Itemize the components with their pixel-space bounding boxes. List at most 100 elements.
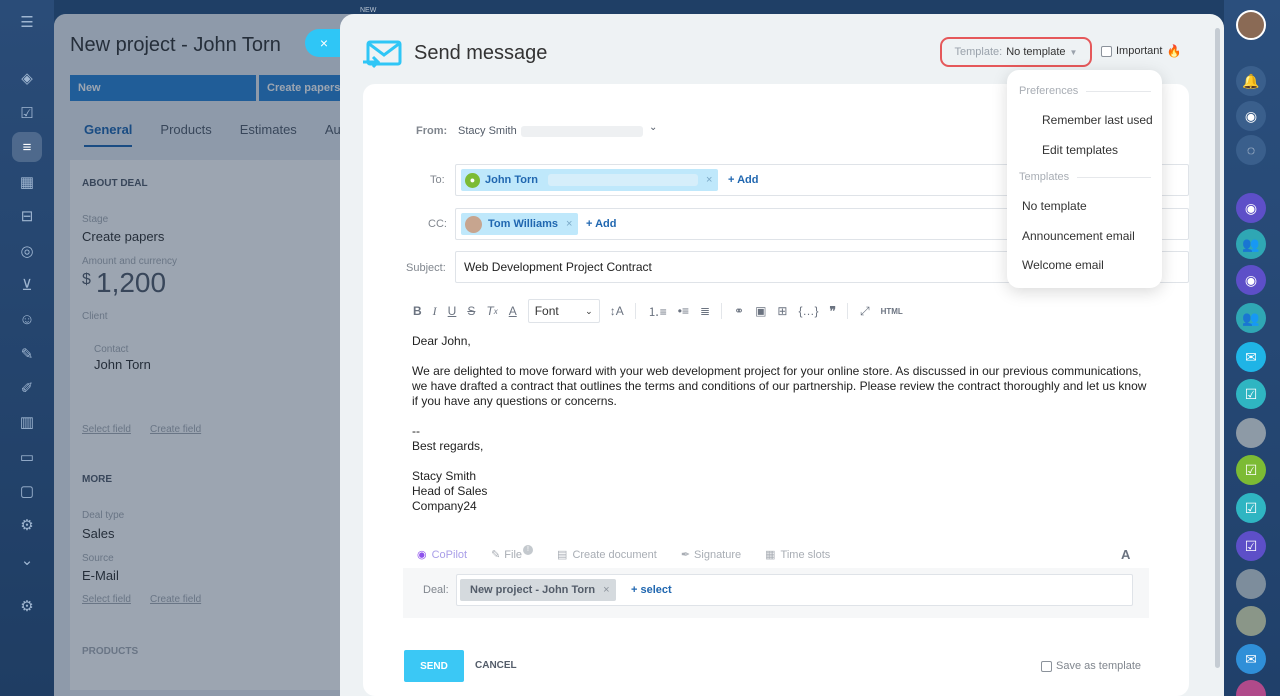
quote-icon[interactable]: ❞ xyxy=(830,304,836,318)
bell-icon[interactable]: 🔔 xyxy=(1236,66,1266,96)
editor-toolbar: B I U S Tx A Font ⌄ ↕A ⒈≡ •≡ ≣ ⚭ ▣ ⊞ {…}… xyxy=(413,299,1113,323)
puzzle-icon[interactable]: ◈ xyxy=(17,68,37,88)
code-icon[interactable]: {…} xyxy=(798,304,818,318)
image-icon[interactable]: ▣ xyxy=(755,304,766,318)
target-icon[interactable]: ◎ xyxy=(17,241,37,261)
save-as-template[interactable]: Save as template xyxy=(1041,660,1141,672)
from-value[interactable]: Stacy Smith xyxy=(458,125,517,137)
add-recipient-link[interactable]: + Add xyxy=(728,174,758,186)
fullscreen-icon[interactable]: ⤢ xyxy=(860,304,870,319)
link-icon[interactable]: ⚭ xyxy=(734,304,744,318)
user-icon: ● xyxy=(465,172,480,188)
signature-company: Company24 xyxy=(412,499,477,513)
template-item-welcome[interactable]: Welcome email xyxy=(1022,258,1104,272)
screen-icon[interactable]: ▭ xyxy=(17,447,37,467)
create-document-button[interactable]: ▤ Create document xyxy=(557,548,657,562)
analytics-icon[interactable]: ▥ xyxy=(17,412,37,432)
clear-format-button[interactable]: Tx xyxy=(486,304,497,318)
chat-icon[interactable]: ◌ xyxy=(1236,135,1266,165)
bold-button[interactable]: B xyxy=(413,304,422,318)
save-template-checkbox[interactable] xyxy=(1041,660,1052,672)
template-item-no-template[interactable]: No template xyxy=(1022,199,1087,213)
body-greeting: Dear John, xyxy=(412,334,471,348)
task-icon[interactable]: ☑ xyxy=(1236,493,1266,523)
chevron-down-icon[interactable]: ⌄ xyxy=(17,550,37,570)
document-icon: ▤ xyxy=(557,549,568,561)
from-label: From: xyxy=(416,125,448,137)
edit-templates-item[interactable]: Edit templates xyxy=(1042,143,1118,157)
menu-icon[interactable]: ☰ xyxy=(17,12,37,32)
contact-avatar[interactable] xyxy=(1236,418,1266,448)
cc-chip[interactable]: Tom Williams × xyxy=(461,213,579,235)
settings-icon[interactable]: ⚙ xyxy=(17,515,37,535)
add-cc-link[interactable]: + Add xyxy=(586,218,616,230)
create-document-label: Create document xyxy=(572,548,657,561)
contact-avatar[interactable] xyxy=(1236,569,1266,599)
underline-button[interactable]: U xyxy=(448,304,457,318)
task-icon[interactable]: ☑ xyxy=(1236,531,1266,561)
inbox-icon[interactable]: ⊟ xyxy=(17,206,37,226)
gear-icon[interactable]: ⚙ xyxy=(17,596,37,616)
deal-chip[interactable]: New project - John Torn × xyxy=(460,579,616,601)
table-icon[interactable]: ⊞ xyxy=(777,304,787,318)
toolbar-divider xyxy=(846,303,848,319)
scrollbar[interactable] xyxy=(1215,28,1220,668)
group-icon[interactable]: 👥 xyxy=(1236,303,1266,333)
template-item-announcement[interactable]: Announcement email xyxy=(1022,229,1135,243)
user-avatar[interactable] xyxy=(1236,10,1266,40)
subject-label: Subject: xyxy=(406,262,446,274)
text-color-button[interactable]: A xyxy=(509,304,517,318)
select-deal-link[interactable]: + select xyxy=(631,584,672,596)
remove-icon[interactable]: × xyxy=(603,584,609,596)
send-button[interactable]: SEND xyxy=(404,650,464,682)
close-button[interactable]: × xyxy=(305,29,341,57)
file-label: File xyxy=(504,548,523,561)
contact-avatar[interactable] xyxy=(1236,606,1266,636)
remove-icon[interactable]: × xyxy=(566,218,572,230)
right-navigation: 🔔 ◉ ◌ ◉ 👥 ◉ 👥 ✉ ☑ ☑ ☑ ☑ ✉ xyxy=(1224,0,1280,696)
recipient-chip[interactable]: ● John Torn × xyxy=(461,169,719,191)
important-toggle[interactable]: Important 🔥 xyxy=(1101,44,1181,58)
deal-field[interactable]: New project - John Torn × + select xyxy=(456,574,1133,606)
crm-icon[interactable]: ≡ xyxy=(12,132,42,162)
important-checkbox[interactable] xyxy=(1101,45,1112,57)
signature-button[interactable]: ✒ Signature xyxy=(681,548,741,562)
group-icon[interactable] xyxy=(1236,680,1266,696)
copilot-icon[interactable]: ◉ xyxy=(1236,101,1266,131)
font-select[interactable]: Font ⌄ xyxy=(527,299,600,323)
align-icon[interactable]: ≣ xyxy=(700,304,710,318)
copilot-button[interactable]: ◉ CoPilot xyxy=(417,548,467,562)
message-body[interactable]: Dear John, We are delighted to move forw… xyxy=(412,334,1152,514)
remember-last-used-item[interactable]: Remember last used xyxy=(1042,113,1153,127)
calendar-icon[interactable]: ▦ xyxy=(17,172,37,192)
copilot-chat-icon[interactable]: ◉ xyxy=(1236,265,1266,295)
html-button[interactable]: HTML xyxy=(881,307,903,316)
mail-icon[interactable]: ✉ xyxy=(1236,644,1266,674)
group-icon[interactable]: 👥 xyxy=(1236,229,1266,259)
time-slots-button[interactable]: ▦ Time slots xyxy=(765,548,830,562)
template-value: No template xyxy=(1006,46,1066,58)
italic-button[interactable]: I xyxy=(433,304,437,319)
tasks-icon[interactable]: ☑ xyxy=(17,103,37,123)
cart-icon[interactable]: ⊻ xyxy=(17,275,37,295)
divider xyxy=(1086,90,1151,92)
cancel-button[interactable]: CANCEL xyxy=(475,660,517,671)
font-size-button[interactable]: ↕A xyxy=(610,304,624,318)
remove-icon[interactable]: × xyxy=(706,174,712,186)
task-icon[interactable]: ☑ xyxy=(1236,455,1266,485)
box-icon[interactable]: ▢ xyxy=(17,481,37,501)
chevron-down-icon[interactable]: ⌄ xyxy=(649,122,657,133)
strikethrough-button[interactable]: S xyxy=(467,304,475,318)
divider xyxy=(1077,176,1151,178)
copilot-chat-icon[interactable]: ◉ xyxy=(1236,193,1266,223)
text-format-icon[interactable]: A xyxy=(1121,547,1130,562)
message-icon[interactable]: ✉ xyxy=(1236,342,1266,372)
robot-icon[interactable]: ☺ xyxy=(17,309,37,329)
task-icon[interactable]: ☑ xyxy=(1236,379,1266,409)
sign-icon[interactable]: ✎ xyxy=(17,344,37,364)
numbered-list-icon[interactable]: ⒈≡ xyxy=(648,303,667,320)
template-selector[interactable]: Template: No template ▼ xyxy=(940,37,1092,67)
bullet-list-icon[interactable]: •≡ xyxy=(678,304,689,318)
file-button[interactable]: ✎ File ! xyxy=(491,544,534,561)
pen-icon[interactable]: ✐ xyxy=(17,378,37,398)
